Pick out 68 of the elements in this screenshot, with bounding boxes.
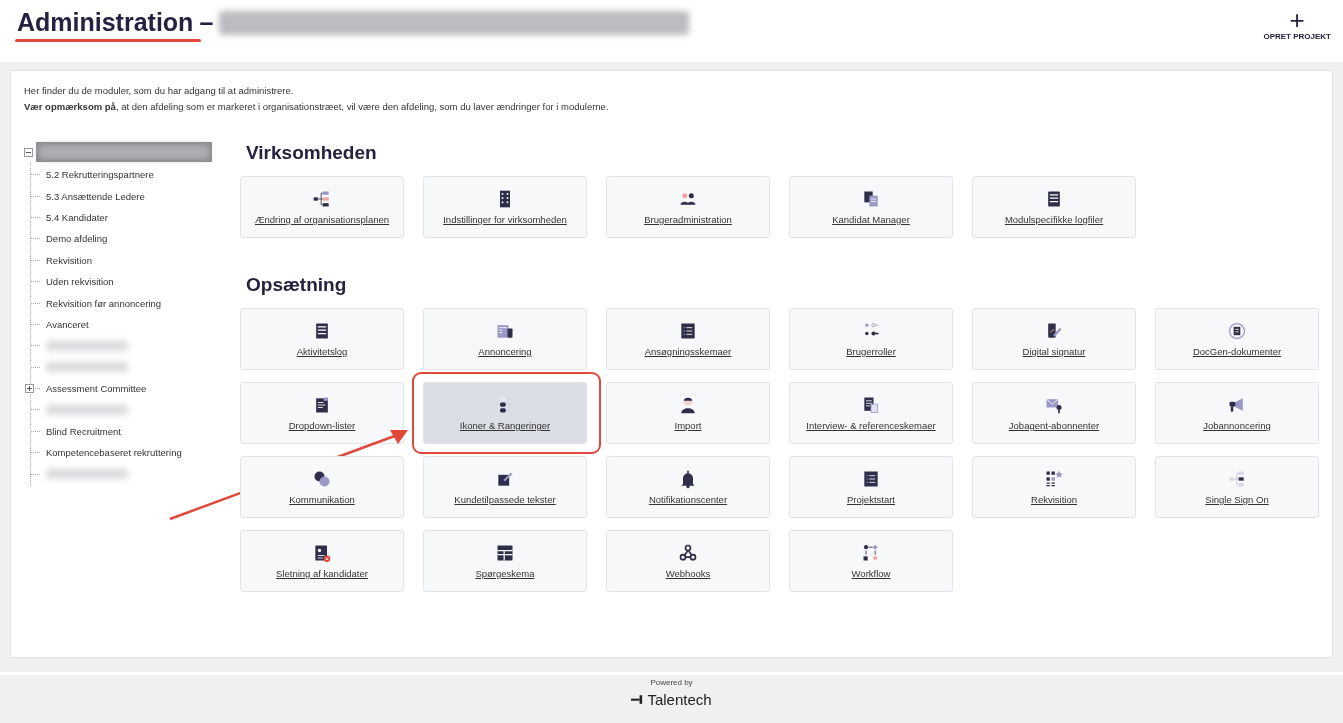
hierarchy-icon [1227, 469, 1247, 489]
redacted-tree-item[interactable] [46, 405, 128, 415]
module-tile[interactable]: Ansøgningsskemaer [606, 308, 770, 370]
module-tile[interactable]: Modulspecifikke logfiler [972, 176, 1136, 238]
module-tile[interactable]: Kommunikation [240, 456, 404, 518]
module-tile[interactable]: Projektstart [789, 456, 953, 518]
module-tile[interactable]: Kundetilpassede tekster [423, 456, 587, 518]
page-title: Administration [17, 8, 194, 37]
module-tile[interactable]: Kandidat Manager [789, 176, 953, 238]
webhook-icon [678, 543, 698, 563]
module-tile[interactable]: Brugerroller [789, 308, 953, 370]
bell-icon [678, 469, 698, 489]
module-tile[interactable]: Brugeradministration [606, 176, 770, 238]
id-card-delete-icon [312, 543, 332, 563]
logo-icon [631, 694, 644, 705]
module-tile[interactable]: Import [606, 382, 770, 444]
tree-item[interactable]: Kompetencebaseret rekruttering [46, 447, 182, 459]
grid-star-icon [1044, 469, 1064, 489]
tree-item[interactable]: 5.2 Rekrutteringspartnere [46, 169, 154, 181]
module-tile[interactable]: Indstillinger for virksomheden [423, 176, 587, 238]
expand-icon[interactable] [25, 384, 34, 394]
tree-item[interactable]: Avanceret [46, 318, 89, 330]
tree-item[interactable]: Blind Recruitment [46, 425, 121, 437]
module-tile[interactable]: Jobannoncering [1155, 382, 1319, 444]
module-tile[interactable]: Interview- & referenceskemaer [789, 382, 953, 444]
module-tile[interactable]: Ændring af organisationsplanen [240, 176, 404, 238]
module-tile[interactable]: Jobagent-abonnenter [972, 382, 1136, 444]
table-icon [495, 543, 515, 563]
tree-item[interactable]: 5.4 Kandidater [46, 211, 108, 223]
tree-item[interactable]: Rekvisition før annoncering [46, 297, 162, 309]
collapse-icon[interactable] [24, 147, 33, 157]
documents-icon [861, 395, 881, 415]
module-tile[interactable]: DocGen-dokumenter [1155, 308, 1319, 370]
chat-bubbles-icon [312, 469, 332, 489]
module-tile[interactable]: Rekvisition [972, 456, 1136, 518]
tree-item[interactable]: Rekvisition [46, 254, 92, 266]
form-icon [861, 469, 881, 489]
tree-item[interactable]: 5.3 Ansættende Ledere [46, 190, 145, 202]
title-dash: – [199, 8, 214, 37]
module-tile[interactable]: Single Sign On [1155, 456, 1319, 518]
tree-root-node[interactable] [36, 142, 212, 162]
module-tile[interactable]: Aktivitetslog [240, 308, 404, 370]
redacted-tree-item[interactable] [46, 469, 128, 480]
brand-name: Talentech [647, 691, 712, 708]
module-tile[interactable]: Notifikationscenter [606, 456, 770, 518]
module-tile[interactable]: Annoncering [423, 308, 587, 370]
module-tile[interactable]: Webhooks [606, 530, 770, 592]
redacted-tree-item[interactable] [46, 362, 128, 373]
tree-item[interactable]: Uden rekvisition [46, 276, 114, 288]
tree-item[interactable]: Assessment Committee [46, 383, 147, 395]
module-tile[interactable]: Spørgeskema [423, 530, 587, 592]
module-tile[interactable]: Workflow [789, 530, 953, 592]
create-project-button[interactable]: + OPRET PROJEKT [1259, 0, 1335, 49]
intro-text: Her finder du de moduler, som du har adgang til at administrere. [24, 85, 295, 96]
powered-by-text: Powered by [650, 678, 693, 687]
module-tile[interactable]: Digital signatur [972, 308, 1136, 370]
intro-notice: Vær opmærksom på, at den afdeling som er markeret i organisationstræet, vil være den afdeling, som du laver ændringer for i modulerne. [24, 101, 610, 112]
tree-item[interactable]: Demo afdeling [46, 233, 108, 245]
org-chart-icon [312, 189, 332, 209]
section-heading: Virksomheden [246, 142, 378, 164]
document-cycle-icon [1227, 321, 1247, 341]
module-tile[interactable]: Dropdown-lister [240, 382, 404, 444]
module-tile[interactable]: Ikoner & Rangeringer [423, 382, 587, 444]
form-icon [678, 321, 698, 341]
documents-icon [861, 189, 881, 209]
section-heading: Opsætning [246, 274, 348, 296]
module-tile[interactable]: Sletning af kandidater [240, 530, 404, 592]
redacted-tree-item[interactable] [46, 340, 128, 351]
